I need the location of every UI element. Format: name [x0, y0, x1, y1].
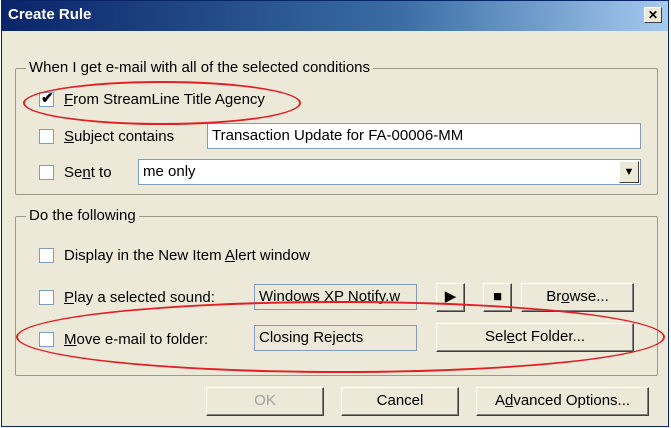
folder-field-value: Closing Rejects	[259, 329, 364, 346]
play-action[interactable]: Play a selected sound:	[39, 289, 215, 306]
sent-to-select-value: me only	[143, 163, 196, 180]
from-checkbox[interactable]: ✔	[39, 90, 54, 107]
browse-button[interactable]: Browse...	[521, 283, 634, 312]
display-label: Display in the New Item Alert window	[64, 247, 310, 264]
sent-to-checkbox[interactable]	[39, 165, 54, 180]
subject-condition[interactable]: Subject contains	[39, 128, 174, 145]
stop-icon: ■	[492, 288, 503, 305]
sound-field-value: Windows XP Notify.w	[259, 288, 401, 305]
actions-legend: Do the following	[26, 207, 139, 224]
subject-checkbox[interactable]	[39, 129, 54, 144]
conditions-legend: When I get e-mail with all of the select…	[26, 59, 374, 76]
play-sound-button[interactable]: ▶	[436, 283, 465, 312]
subject-label: Subject contains	[64, 128, 175, 145]
sound-field: Windows XP Notify.w	[254, 284, 417, 310]
play-checkbox[interactable]	[39, 290, 54, 305]
create-rule-dialog: Create Rule ✕ When I get e-mail with all…	[1, 0, 669, 427]
display-action[interactable]: Display in the New Item Alert window	[39, 247, 310, 264]
move-checkbox[interactable]	[39, 332, 54, 347]
folder-field: Closing Rejects	[254, 325, 417, 351]
checkmark-icon: ✔	[41, 90, 54, 107]
move-action[interactable]: Move e-mail to folder:	[39, 331, 208, 348]
play-label: Play a selected sound:	[64, 289, 215, 306]
select-folder-button[interactable]: Select Folder...	[436, 323, 634, 352]
title-bar: Create Rule ✕	[2, 1, 668, 31]
close-icon[interactable]: ✕	[644, 7, 662, 23]
chevron-down-icon[interactable]: ▼	[619, 161, 639, 183]
dialog-title: Create Rule	[8, 6, 92, 23]
stop-sound-button[interactable]: ■	[483, 283, 512, 312]
subject-input-value: Transaction Update for FA-00006-MM	[212, 127, 464, 144]
sent-to-condition[interactable]: Sent to	[39, 164, 112, 181]
ok-button[interactable]: OK	[206, 387, 324, 416]
move-label: Move e-mail to folder:	[64, 331, 209, 348]
sent-to-select[interactable]: me only ▼	[138, 159, 641, 185]
play-icon: ▶	[444, 288, 457, 305]
advanced-options-button[interactable]: Advanced Options...	[476, 387, 649, 416]
subject-input[interactable]: Transaction Update for FA-00006-MM	[207, 123, 641, 149]
display-checkbox[interactable]	[39, 248, 54, 263]
cancel-button[interactable]: Cancel	[341, 387, 459, 416]
sent-to-label: Sent to	[64, 164, 112, 181]
from-label: From StreamLine Title Agency	[64, 91, 265, 108]
from-condition[interactable]: ✔ From StreamLine Title Agency	[39, 90, 265, 108]
